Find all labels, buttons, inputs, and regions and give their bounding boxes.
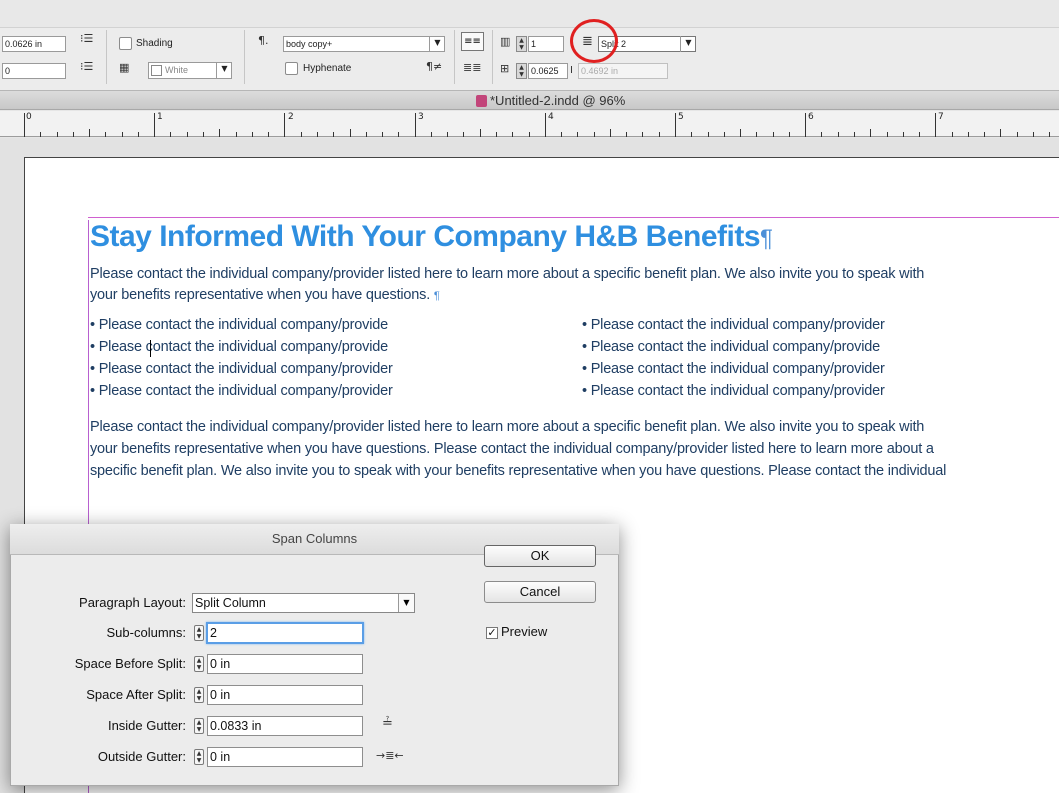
body-paragraph-line[interactable]: Please contact the individual company/pr…: [90, 417, 924, 437]
columns-stepper[interactable]: ▲ ▼: [516, 36, 527, 52]
paragraph-layout-label: Paragraph Layout:: [79, 595, 186, 610]
bullet-left-item[interactable]: • Please contact the individual company/…: [90, 315, 388, 335]
pilcrow-mark: ¶: [433, 290, 440, 302]
intro-line-text: your benefits representative when you ha…: [90, 287, 434, 303]
shading-swatch-icon: ▦: [119, 61, 130, 74]
preview-label: Preview: [501, 624, 548, 639]
sub-columns-stepper[interactable]: ▲ ▼: [194, 625, 204, 641]
align-to-spine-icon[interactable]: ≣≣: [463, 61, 481, 75]
space-before-icon: ⁝☰: [80, 32, 94, 45]
space-before-field[interactable]: 0.0626 in: [2, 36, 66, 52]
ruler-mark: 7: [938, 112, 944, 122]
sub-columns-label: Sub-columns:: [106, 625, 186, 640]
body-paragraph-line[interactable]: specific benefit plan. We also invite yo…: [90, 461, 946, 481]
document-title: *Untitled-2.indd @ 96%: [490, 93, 626, 108]
gutter-field[interactable]: 0.0625: [528, 63, 568, 79]
bullet-left-item[interactable]: • Please contact the individual company/…: [90, 359, 393, 379]
hyphenate-checkbox[interactable]: [285, 62, 298, 75]
cancel-button[interactable]: Cancel: [484, 581, 596, 603]
toolbar-separator: [244, 30, 245, 84]
space-after-field[interactable]: 0: [2, 63, 66, 79]
space-after-split-label: Space After Split:: [86, 687, 186, 702]
paragraph-layout-select[interactable]: Split Column: [192, 593, 415, 613]
ruler-mark: 3: [418, 112, 424, 122]
space-after-stepper[interactable]: ▲ ▼: [194, 687, 204, 703]
outside-gutter-icon: →≣←: [376, 749, 404, 762]
ruler-mark: 2: [288, 112, 294, 122]
preview-checkbox[interactable]: ✓: [486, 627, 498, 639]
control-panel-top-strip: [0, 0, 1059, 28]
sub-columns-field[interactable]: 2: [206, 622, 364, 644]
shading-label: Shading: [136, 38, 173, 49]
columns-field[interactable]: 1: [528, 36, 564, 52]
bullet-left-item[interactable]: • Please contact the individual company/…: [90, 337, 388, 357]
dialog-title: Span Columns: [271, 531, 358, 546]
bullet-right-item[interactable]: • Please contact the individual company/…: [582, 315, 885, 335]
columns-icon: ▥: [500, 35, 511, 48]
bullet-left-item[interactable]: • Please contact the individual company/…: [90, 381, 393, 401]
text-cursor-icon: I: [570, 65, 573, 76]
chevron-down-icon[interactable]: ▼: [398, 594, 414, 612]
inside-gutter-stepper[interactable]: ▲ ▼: [194, 718, 204, 734]
highlight-circle: [570, 19, 618, 63]
ruler-mark: 4: [548, 112, 554, 122]
bullet-right-item[interactable]: • Please contact the individual company/…: [582, 359, 885, 379]
ruler-mark: 6: [808, 112, 814, 122]
hyphenate-label: Hyphenate: [303, 63, 352, 74]
space-before-stepper[interactable]: ▲ ▼: [194, 656, 204, 672]
ruler-mark: 1: [157, 112, 163, 122]
text-cursor: [150, 340, 151, 357]
ruler-mark: 0: [26, 112, 32, 122]
inside-gutter-icon: ≟: [382, 716, 393, 731]
paragraph-style-select[interactable]: body copy+: [283, 36, 445, 52]
chevron-down-icon[interactable]: ▼: [680, 36, 696, 52]
bullet-right-item[interactable]: • Please contact the individual company/…: [582, 337, 880, 357]
white-swatch-icon: [151, 65, 162, 77]
align-away-spine-icon[interactable]: ≡≡: [461, 32, 484, 51]
ruler-mark: 5: [678, 112, 684, 122]
indesign-file-icon: [476, 95, 487, 107]
inside-gutter-field[interactable]: 0.0833 in: [207, 716, 363, 736]
toolbar-separator: [454, 30, 455, 84]
headline-text: Stay Informed With Your Company H&B Bene…: [90, 220, 761, 253]
outside-gutter-stepper[interactable]: ▲ ▼: [194, 749, 204, 765]
chevron-down-icon[interactable]: ▼: [429, 36, 445, 52]
outside-gutter-field[interactable]: 0 in: [207, 747, 363, 767]
pilcrow-mark: ¶: [760, 225, 773, 252]
toolbar-separator: [106, 30, 107, 84]
space-before-split-field[interactable]: 0 in: [207, 654, 363, 674]
space-after-split-field[interactable]: 0 in: [207, 685, 363, 705]
space-before-split-label: Space Before Split:: [74, 656, 186, 671]
body-paragraph-line[interactable]: your benefits representative when you ha…: [90, 439, 934, 459]
inside-gutter-label: Inside Gutter:: [107, 718, 186, 733]
shading-checkbox[interactable]: [119, 37, 132, 50]
gutter-icon: ⊞: [500, 62, 510, 75]
toolbar-separator: [492, 30, 493, 84]
intro-paragraph-line[interactable]: your benefits representative when you ha…: [90, 285, 440, 306]
outside-gutter-label: Outside Gutter:: [97, 749, 186, 764]
intro-paragraph-line[interactable]: Please contact the individual company/pr…: [90, 264, 924, 284]
headline[interactable]: Stay Informed With Your Company H&B Bene…: [90, 218, 773, 258]
clear-overrides-icon[interactable]: ¶≠: [426, 60, 442, 74]
bullet-right-item[interactable]: • Please contact the individual company/…: [582, 381, 885, 401]
shading-color-value: White: [165, 65, 189, 75]
gutter-stepper[interactable]: ▲ ▼: [516, 63, 527, 79]
chevron-down-icon[interactable]: ▼: [216, 62, 232, 78]
ok-button[interactable]: OK: [484, 545, 596, 567]
span-width-field[interactable]: 0.4692 in: [578, 63, 668, 79]
paragraph-style-icon: ¶.: [258, 34, 269, 47]
space-after-icon: ⁝☰: [80, 60, 94, 73]
